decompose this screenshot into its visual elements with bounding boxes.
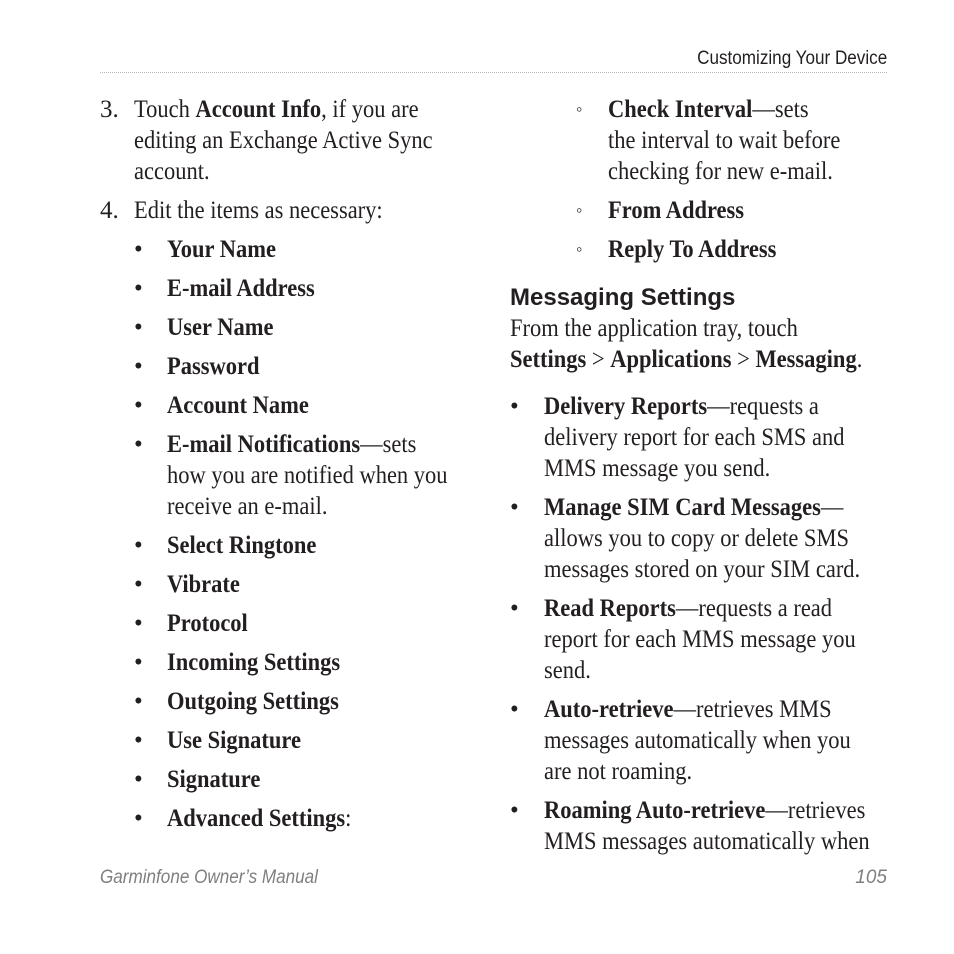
step-4: 4. Edit the items as necessary:: [100, 197, 383, 224]
bullet-icon: •: [510, 393, 519, 420]
list-item: • Vibrate: [134, 571, 240, 598]
list-item: • Incoming Settings: [134, 649, 341, 676]
page-header: Customizing Your Device: [100, 46, 887, 73]
list-item: • Manage SIM Card Messages— allows you t…: [510, 494, 861, 583]
list-item: • E-mail Address: [134, 275, 315, 302]
sublist-item: ◦ Check Interval—sets the interval to wa…: [576, 96, 841, 185]
section-title: Customizing Your Device: [696, 48, 887, 69]
bullet-icon: •: [134, 610, 143, 637]
list-item: • E-mail Notifications—sets how you are …: [134, 431, 448, 520]
page-number: 105: [855, 867, 887, 888]
bullet-icon: •: [134, 688, 143, 715]
list-item: • Your Name: [134, 236, 276, 263]
bullet-icon: •: [134, 805, 143, 832]
bullet-icon: •: [134, 649, 143, 676]
bullet-icon: •: [134, 353, 143, 380]
menu-path: Settings > Applications > Messaging.: [510, 346, 863, 373]
bullet-icon: •: [134, 766, 143, 793]
messaging-section: Messaging Settings From the application …: [510, 281, 910, 865]
left-column: 3. Touch Account Info, if you are editin…: [100, 94, 480, 842]
list-item: • User Name: [134, 314, 274, 341]
circle-bullet-icon: ◦: [576, 239, 583, 259]
bullet-icon: •: [134, 275, 143, 302]
bullet-icon: •: [510, 797, 519, 824]
list-item: • Protocol: [134, 610, 248, 637]
step-number: 3.: [100, 96, 119, 123]
bullet-icon: •: [134, 314, 143, 341]
step-3: 3. Touch Account Info, if you are editin…: [100, 96, 433, 185]
manual-title: Garminfone Owner’s Manual: [100, 867, 318, 888]
bullet-icon: •: [134, 236, 143, 263]
bullet-icon: •: [510, 494, 519, 521]
list-item: • Password: [134, 353, 260, 380]
bullet-icon: •: [134, 431, 143, 458]
list-item: • Use Signature: [134, 727, 301, 754]
list-item: • Signature: [134, 766, 261, 793]
bullet-icon: •: [134, 392, 143, 419]
circle-bullet-icon: ◦: [576, 200, 583, 220]
bullet-icon: •: [134, 727, 143, 754]
list-item: • Advanced Settings:: [134, 805, 352, 832]
section-heading: Messaging Settings: [510, 284, 736, 311]
account-info-term: Account Info: [195, 96, 322, 123]
list-item: • Auto-retrieve—retrieves MMS messages a…: [510, 696, 851, 785]
list-item: • Delivery Reports—requests a delivery r…: [510, 393, 845, 482]
sublist-item: ◦ Reply To Address: [576, 236, 777, 263]
bullet-icon: •: [510, 696, 519, 723]
bullet-icon: •: [134, 571, 143, 598]
list-item: • Outgoing Settings: [134, 688, 339, 715]
list-item: • Roaming Auto-retrieve—retrieves MMS me…: [510, 797, 870, 855]
sublist: ◦ Check Interval—sets the interval to wa…: [576, 94, 906, 273]
list-item: • Account Name: [134, 392, 309, 419]
bullet-icon: •: [510, 595, 519, 622]
list-item: • Read Reports—requests a read report fo…: [510, 595, 856, 684]
sublist-item: ◦ From Address: [576, 197, 745, 224]
bullet-icon: •: [134, 532, 143, 559]
list-item: • Select Ringtone: [134, 532, 317, 559]
step-number: 4.: [100, 197, 119, 224]
circle-bullet-icon: ◦: [576, 99, 583, 119]
